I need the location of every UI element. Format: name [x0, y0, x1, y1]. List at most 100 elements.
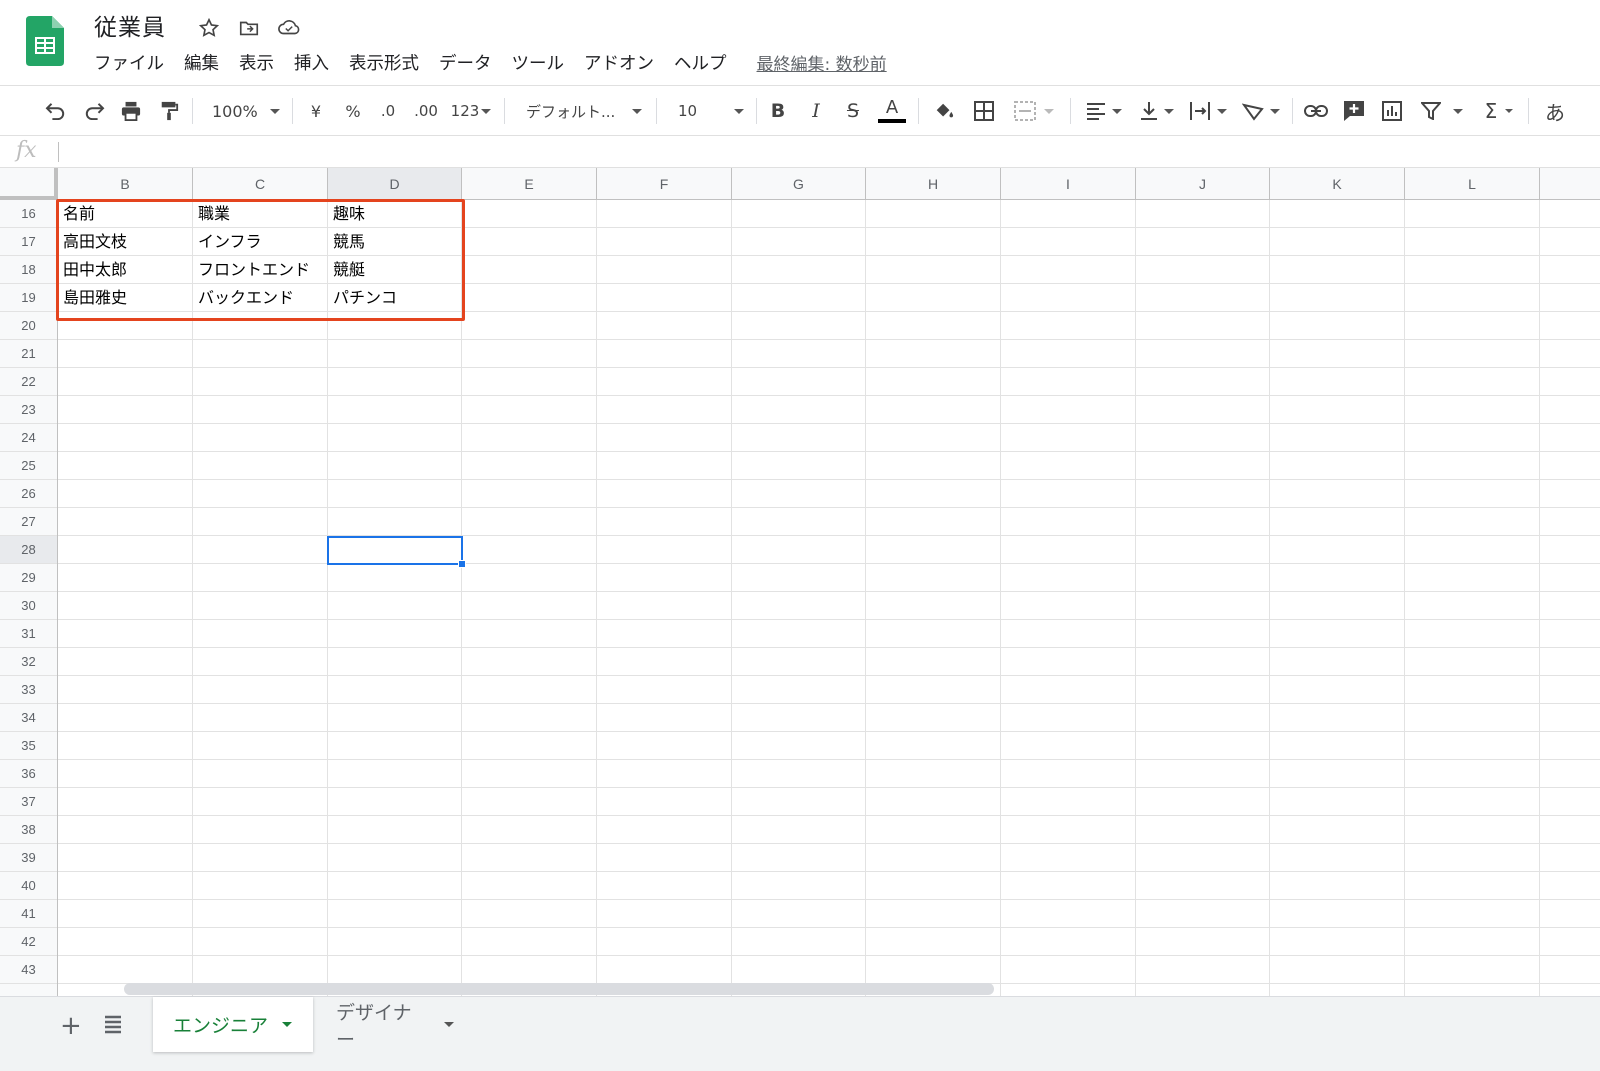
menu-tools[interactable]: ツール [512, 50, 565, 75]
row-header[interactable]: 38 [0, 816, 57, 844]
row-header[interactable]: 30 [0, 592, 57, 620]
last-edit-link[interactable]: 最終編集: 数秒前 [757, 50, 887, 75]
paint-format-icon[interactable] [155, 86, 183, 136]
formula-bar: fx [0, 136, 1600, 168]
row-header[interactable]: 39 [0, 844, 57, 872]
row-header[interactable]: 23 [0, 396, 57, 424]
currency-format-button[interactable]: ¥ [304, 86, 328, 136]
column-header-k[interactable]: K [1270, 168, 1405, 200]
row-header[interactable]: 41 [0, 900, 57, 928]
row-header[interactable]: 32 [0, 648, 57, 676]
undo-icon[interactable] [42, 86, 70, 136]
column-header-e[interactable]: E [462, 168, 597, 200]
row-header[interactable]: 18 [0, 256, 57, 284]
active-cell-d28[interactable] [327, 536, 466, 568]
chevron-down-icon[interactable] [444, 1022, 454, 1027]
row-header[interactable]: 37 [0, 788, 57, 816]
menu-addons[interactable]: アドオン [584, 50, 654, 75]
add-sheet-icon[interactable]: + [60, 1011, 82, 1041]
column-header-j[interactable]: J [1136, 168, 1270, 200]
chevron-down-icon[interactable] [282, 1022, 293, 1027]
text-rotation-icon[interactable] [1238, 86, 1284, 136]
column-header-g[interactable]: G [732, 168, 866, 200]
row-header[interactable]: 21 [0, 340, 57, 368]
vertical-align-icon[interactable] [1136, 86, 1178, 136]
row-header[interactable]: 25 [0, 452, 57, 480]
column-header-l[interactable]: L [1405, 168, 1540, 200]
filter-icon[interactable] [1416, 86, 1468, 136]
text-wrap-icon[interactable] [1186, 86, 1230, 136]
column-header-f[interactable]: F [597, 168, 732, 200]
insert-chart-icon[interactable] [1378, 86, 1406, 136]
font-size-value: 10 [678, 102, 698, 120]
sheet-tab-designer[interactable]: デザイナー [316, 997, 474, 1052]
borders-icon[interactable] [970, 86, 998, 136]
menu-view[interactable]: 表示 [239, 50, 274, 75]
text-color-icon[interactable]: A [876, 86, 908, 136]
merge-cells-icon[interactable] [1008, 86, 1060, 136]
redo-icon[interactable] [80, 86, 108, 136]
sheet-tab-engineer[interactable]: エンジニア [153, 997, 313, 1052]
bold-icon[interactable]: B [766, 86, 790, 136]
move-folder-icon[interactable] [235, 14, 263, 42]
zoom-select[interactable]: 100% [204, 86, 284, 136]
row-header[interactable]: 36 [0, 760, 57, 788]
row-header[interactable]: 34 [0, 704, 57, 732]
row-header[interactable]: 17 [0, 228, 57, 256]
row-header[interactable]: 42 [0, 928, 57, 956]
row-header[interactable]: 35 [0, 732, 57, 760]
menu-insert[interactable]: 挿入 [294, 50, 329, 75]
row-header[interactable]: 33 [0, 676, 57, 704]
menu-data[interactable]: データ [439, 50, 492, 75]
row-header[interactable]: 16 [0, 200, 57, 228]
insert-link-icon[interactable] [1302, 86, 1330, 136]
horizontal-align-icon[interactable] [1082, 86, 1126, 136]
all-sheets-icon[interactable] [102, 1013, 124, 1035]
row-header[interactable]: 31 [0, 620, 57, 648]
row-header[interactable]: 20 [0, 312, 57, 340]
input-tools-button[interactable]: あ [1540, 86, 1570, 136]
row-header[interactable]: 26 [0, 480, 57, 508]
select-all-corner[interactable] [0, 168, 58, 200]
strikethrough-icon[interactable]: S [840, 86, 866, 136]
functions-icon[interactable]: Σ [1478, 86, 1520, 136]
cloud-saved-icon[interactable] [275, 14, 303, 42]
column-header-h[interactable]: H [866, 168, 1001, 200]
row-header[interactable]: 22 [0, 368, 57, 396]
print-icon[interactable] [117, 86, 145, 136]
menu-edit[interactable]: 編集 [184, 50, 219, 75]
menu-format[interactable]: 表示形式 [349, 50, 419, 75]
menu-help[interactable]: ヘルプ [674, 50, 727, 75]
font-family-value: デフォルト... [526, 102, 616, 121]
row-header[interactable]: 28 [0, 536, 57, 564]
decrease-decimal-button[interactable]: .0 [374, 86, 402, 136]
column-header-i[interactable]: I [1001, 168, 1136, 200]
increase-decimal-label: .00 [414, 102, 438, 120]
font-size-select[interactable]: 10 [668, 86, 748, 136]
number-format-select[interactable]: 123 [450, 86, 492, 136]
sheets-logo-icon[interactable] [26, 16, 64, 66]
fill-handle[interactable] [458, 560, 466, 568]
row-header[interactable]: 29 [0, 564, 57, 592]
document-title[interactable]: 従業員 [94, 8, 166, 42]
fill-color-icon[interactable] [930, 86, 958, 136]
row-header[interactable]: 43 [0, 956, 57, 984]
column-header-d[interactable]: D [328, 168, 462, 200]
row-header[interactable]: 24 [0, 424, 57, 452]
percent-format-button[interactable]: % [340, 86, 366, 136]
horizontal-scrollbar[interactable] [124, 983, 994, 995]
increase-decimal-button[interactable]: .00 [410, 86, 442, 136]
row-headers: 16 17 18 19 20 21 22 23 24 25 26 27 28 2… [0, 200, 58, 996]
row-header[interactable]: 40 [0, 872, 57, 900]
insert-comment-icon[interactable] [1340, 86, 1368, 136]
row-header[interactable]: 19 [0, 284, 57, 312]
row-header[interactable]: 27 [0, 508, 57, 536]
column-header-b[interactable]: B [58, 168, 193, 200]
menu-bar: ファイル 編集 表示 挿入 表示形式 データ ツール アドオン ヘルプ 最終編集… [94, 50, 887, 75]
star-icon[interactable] [195, 14, 223, 42]
font-family-select[interactable]: デフォルト... [516, 86, 646, 136]
column-header-c[interactable]: C [193, 168, 328, 200]
menu-file[interactable]: ファイル [94, 50, 164, 75]
formula-input[interactable] [66, 138, 1586, 166]
italic-icon[interactable]: I [804, 86, 828, 136]
